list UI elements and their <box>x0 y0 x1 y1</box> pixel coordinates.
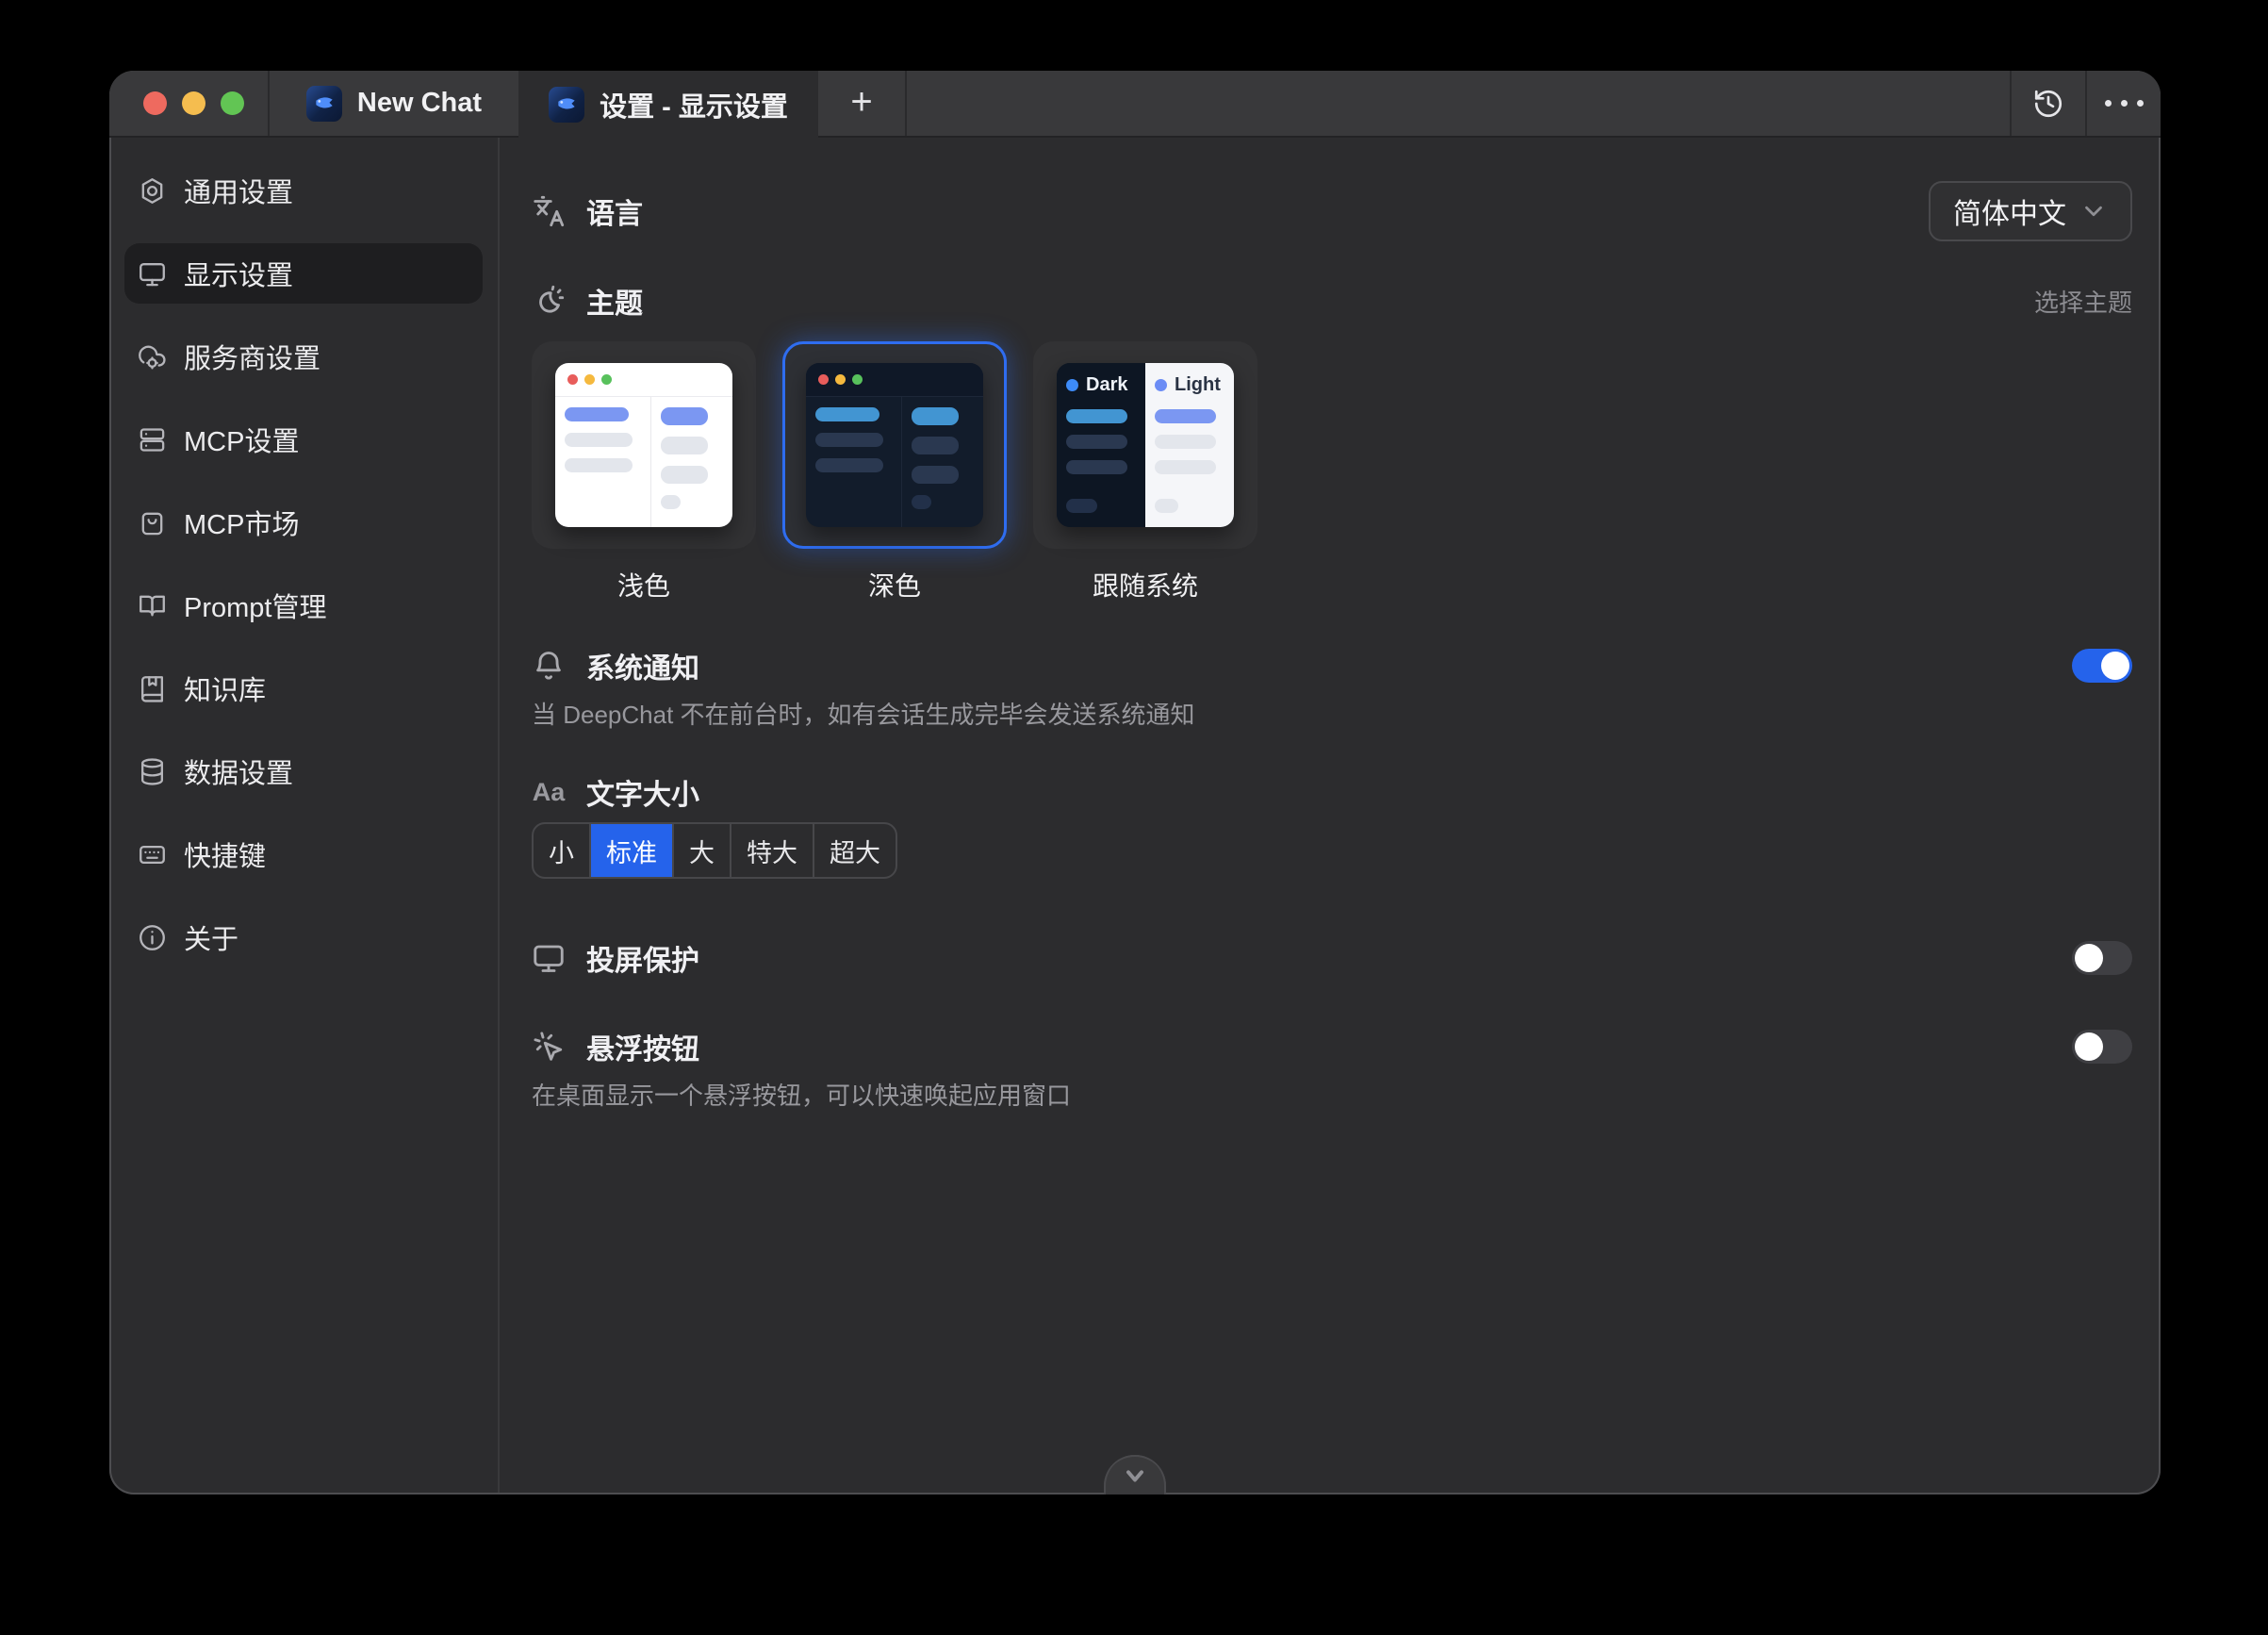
system-notification-description: 当 DeepChat 不在前台时，如有会话生成完毕会发送系统通知 <box>532 700 2132 730</box>
floating-button-row: 悬浮按钮 <box>532 1026 2132 1067</box>
theme-title: 主题 <box>586 280 643 322</box>
font-size-option-xlarge[interactable]: 特大 <box>731 824 814 877</box>
sidebar-item-display[interactable]: 显示设置 <box>124 243 483 304</box>
ellipsis-icon <box>2105 100 2144 107</box>
tab-label: New Chat <box>357 88 482 119</box>
theme-light-label: 浅色 <box>617 566 670 603</box>
titlebar-drag-area <box>907 71 2010 136</box>
sidebar-item-general[interactable]: 通用设置 <box>124 160 483 221</box>
system-notification-row: 系统通知 <box>532 645 2132 686</box>
screen-protection-row: 投屏保护 <box>532 937 2132 979</box>
theme-system-label: 跟随系统 <box>1093 566 1198 603</box>
floating-button-title: 悬浮按钮 <box>586 1026 699 1067</box>
titlebar: New Chat 设置 - 显示设置 + <box>109 71 2161 138</box>
languages-icon <box>532 194 566 228</box>
font-size-option-small[interactable]: 小 <box>534 824 591 877</box>
more-options-button[interactable] <box>2087 71 2161 136</box>
language-selected-value: 简体中文 <box>1953 190 2066 232</box>
zoom-button[interactable] <box>221 91 244 115</box>
minimize-button[interactable] <box>182 91 205 115</box>
deepchat-settings-window: New Chat 设置 - 显示设置 + <box>109 71 2161 1495</box>
sidebar-item-shortcuts[interactable]: 快捷键 <box>124 824 483 884</box>
sidebar-item-mcp-settings[interactable]: MCP设置 <box>124 409 483 470</box>
server-icon <box>138 425 167 454</box>
sidebar-item-about[interactable]: 关于 <box>124 907 483 967</box>
screen-protection-title: 投屏保护 <box>586 937 699 979</box>
traffic-lights <box>109 71 268 136</box>
mouse-pointer-click-icon <box>532 1030 566 1064</box>
shopping-bag-icon <box>138 508 167 537</box>
keyboard-icon <box>138 840 167 869</box>
theme-row: 主题 选择主题 <box>532 281 2132 321</box>
language-row: 语言 简体中文 <box>532 179 2132 243</box>
font-size-option-large[interactable]: 大 <box>674 824 731 877</box>
info-icon <box>138 923 167 952</box>
font-size-icon: Aa <box>532 778 566 807</box>
book-marked-icon <box>138 674 167 703</box>
deepchat-logo-icon <box>306 86 342 122</box>
tab-new-chat[interactable]: New Chat <box>270 71 518 136</box>
font-size-row: Aa 文字大小 <box>532 771 2132 813</box>
system-notification-title: 系统通知 <box>586 645 699 686</box>
sidebar-item-mcp-market[interactable]: MCP市场 <box>124 492 483 553</box>
deepchat-logo-icon <box>549 87 584 123</box>
system-notification-toggle[interactable] <box>2072 649 2132 683</box>
book-open-icon <box>138 591 167 620</box>
tab-label: 设置 - 显示设置 <box>600 85 788 124</box>
theme-options: 浅色 <box>532 341 2132 603</box>
new-tab-button[interactable]: + <box>818 71 905 136</box>
font-size-option-xxlarge[interactable]: 超大 <box>814 824 896 877</box>
font-size-option-standard[interactable]: 标准 <box>591 824 674 877</box>
close-button[interactable] <box>143 91 167 115</box>
chevron-down-icon <box>1122 1463 1148 1490</box>
display-settings-panel: 语言 简体中文 主题 选择主题 <box>500 138 2161 1493</box>
system-theme-preview: Dark Light <box>1057 363 1234 527</box>
history-button[interactable] <box>2012 71 2085 136</box>
dark-theme-preview <box>806 363 983 527</box>
settings-sidebar: 通用设置 显示设置 服务商设置 MCP设置 <box>109 138 500 1493</box>
floating-button-toggle[interactable] <box>2072 1030 2132 1064</box>
sidebar-item-providers[interactable]: 服务商设置 <box>124 326 483 387</box>
font-size-title: 文字大小 <box>586 771 699 813</box>
theme-hint: 选择主题 <box>2034 284 2132 319</box>
cloud-cog-icon <box>138 342 167 372</box>
theme-dark-label: 深色 <box>868 566 921 603</box>
language-title: 语言 <box>586 190 643 232</box>
sun-moon-icon <box>532 284 566 318</box>
sidebar-item-data[interactable]: 数据设置 <box>124 741 483 801</box>
language-select[interactable]: 简体中文 <box>1929 181 2132 241</box>
history-icon <box>2032 88 2064 120</box>
theme-option-light[interactable] <box>532 341 756 549</box>
chevron-down-icon <box>2079 197 2108 225</box>
font-size-segmented-control: 小 标准 大 特大 超大 <box>532 822 897 879</box>
tab-settings-display[interactable]: 设置 - 显示设置 <box>518 71 818 138</box>
sidebar-item-knowledge[interactable]: 知识库 <box>124 658 483 718</box>
bell-icon <box>532 649 566 683</box>
monitor-icon <box>532 941 566 975</box>
plus-icon: + <box>850 83 872 121</box>
settings-nut-icon <box>138 176 167 206</box>
database-icon <box>138 757 167 786</box>
theme-option-dark[interactable] <box>782 341 1007 549</box>
screen-protection-toggle[interactable] <box>2072 941 2132 975</box>
theme-option-system[interactable]: Dark Light <box>1033 341 1257 549</box>
monitor-icon <box>138 259 167 289</box>
sidebar-item-prompt[interactable]: Prompt管理 <box>124 575 483 636</box>
floating-button-description: 在桌面显示一个悬浮按钮，可以快速唤起应用窗口 <box>532 1081 2132 1111</box>
light-theme-preview <box>555 363 732 527</box>
